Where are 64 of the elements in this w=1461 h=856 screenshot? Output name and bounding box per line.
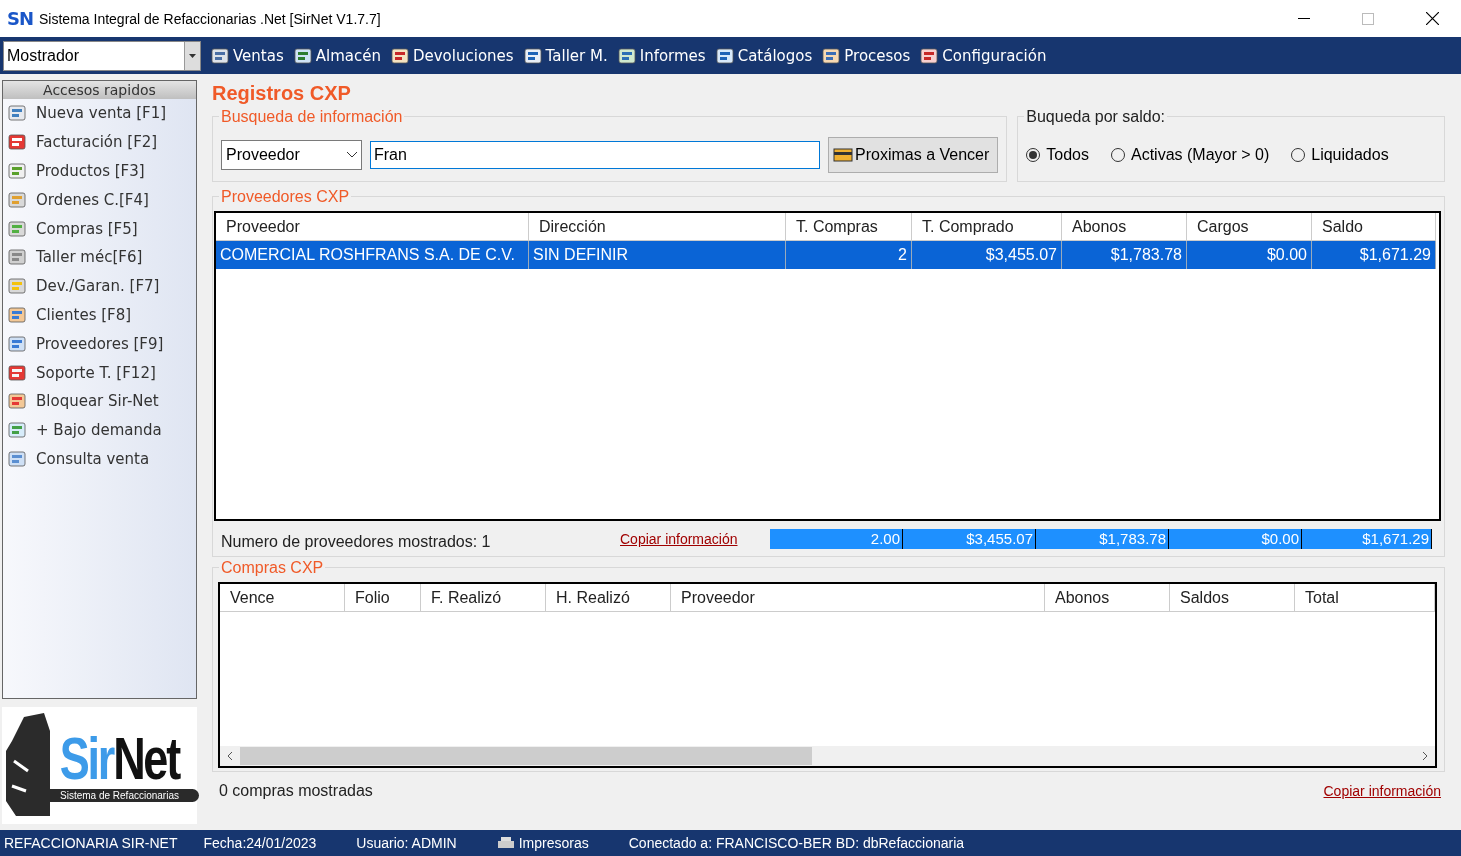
field-dropdown[interactable]: Proveedor xyxy=(221,140,362,170)
sidebar-item[interactable]: + Bajo demanda xyxy=(3,415,196,445)
menu-item[interactable]: Procesos xyxy=(822,46,911,65)
menu-item[interactable]: Catálogos xyxy=(715,46,813,65)
search-field[interactable]: Fran xyxy=(370,141,820,169)
company-name: REFACCIONARIA SIR-NET xyxy=(4,835,178,851)
sidebar-item[interactable]: Taller méc[F6] xyxy=(3,243,196,272)
column-header[interactable]: Saldos xyxy=(1170,584,1295,612)
status-user: Usuario: ADMIN xyxy=(356,835,457,851)
menu-item[interactable]: Informes xyxy=(617,46,706,65)
sidebar-item[interactable]: Consulta venta xyxy=(3,444,196,474)
sidebar-item[interactable]: Dev./Garan. [F7] xyxy=(3,271,196,301)
sidebar-item[interactable]: Nueva venta [F1] xyxy=(3,99,196,128)
provider-count: Numero de proveedores mostrados: 1 xyxy=(220,533,492,552)
total-value: $3,455.07 xyxy=(903,529,1036,549)
purchase-count: 0 compras mostradas xyxy=(219,782,373,800)
menu-item[interactable]: Taller M. xyxy=(523,46,608,65)
total-value: $1,783.78 xyxy=(1036,529,1169,549)
panel-title: Accesos rapidos xyxy=(3,81,196,99)
menu-item[interactable]: Ventas xyxy=(211,46,284,65)
column-header[interactable]: F. Realizó xyxy=(421,584,546,612)
column-header[interactable]: Vence xyxy=(220,584,345,612)
total-value: $0.00 xyxy=(1169,529,1302,549)
location-dropdown[interactable]: Mostrador xyxy=(3,40,201,71)
status-date: Fecha:24/01/2023 xyxy=(203,835,317,851)
table-cell[interactable]: COMERCIAL ROSHFRANS S.A. DE C.V. xyxy=(216,241,529,269)
column-header[interactable]: Proveedor xyxy=(671,584,1045,612)
group-title: Buqueda por saldo: xyxy=(1024,108,1168,126)
total-value: 2.00 xyxy=(770,529,903,549)
table-cell[interactable]: 2 xyxy=(786,241,912,269)
table-cell[interactable]: SIN DEFINIR xyxy=(529,241,786,269)
group-title: Busqueda de información xyxy=(219,108,405,126)
radio-option[interactable]: Liquidados xyxy=(1291,146,1389,164)
menu-item[interactable]: Devoluciones xyxy=(390,46,514,65)
sidebar-item[interactable]: Facturación [F2] xyxy=(3,127,196,157)
column-header[interactable]: Abonos xyxy=(1045,584,1170,612)
radio-option[interactable]: Todos xyxy=(1026,146,1089,164)
copy-link[interactable]: Copiar información xyxy=(620,531,770,553)
column-header[interactable]: H. Realizó xyxy=(546,584,671,612)
table-cell[interactable]: $1,671.29 xyxy=(1312,241,1436,269)
copy-link[interactable]: Copiar información xyxy=(1323,783,1441,799)
radio-option[interactable]: Activas (Mayor > 0) xyxy=(1111,146,1270,164)
group-title: Compras CXP xyxy=(219,559,326,577)
sidebar-item[interactable]: Clientes [F8] xyxy=(3,300,196,330)
sidebar-item[interactable]: Ordenes C.[F4] xyxy=(3,185,196,215)
table-cell[interactable]: $1,783.78 xyxy=(1062,241,1187,269)
logo-name: SirNet xyxy=(60,729,180,790)
due-soon-button[interactable]: Proximas a Vencer xyxy=(828,137,999,173)
window-title: Sistema Integral de Refaccionarias .Net [SirNet V1.7.7] xyxy=(39,10,382,27)
table-cell[interactable]: $3,455.07 xyxy=(912,241,1062,269)
total-value: $1,671.29 xyxy=(1302,529,1432,549)
app-icon: SN xyxy=(7,8,34,29)
column-header[interactable]: Folio xyxy=(345,584,421,612)
sidebar-item[interactable]: Proveedores [F9] xyxy=(3,329,196,359)
printers-button[interactable]: Impresoras xyxy=(496,835,589,851)
menu-item[interactable]: Configuración xyxy=(920,46,1047,65)
table-cell[interactable]: $0.00 xyxy=(1187,241,1312,269)
menu-item[interactable]: Almacén xyxy=(293,46,381,65)
sidebar-item[interactable]: Bloquear Sir-Net xyxy=(3,386,196,416)
connection-info: Conectado a: FRANCISCO-BER BD: dbRefaccionaria xyxy=(628,835,965,851)
sidebar-item[interactable]: Compras [F5] xyxy=(3,214,196,243)
column-header[interactable]: Total xyxy=(1295,584,1435,612)
sidebar-item[interactable]: Soporte T. [F12] xyxy=(3,358,196,387)
sidebar-item[interactable]: Productos [F3] xyxy=(3,156,196,186)
